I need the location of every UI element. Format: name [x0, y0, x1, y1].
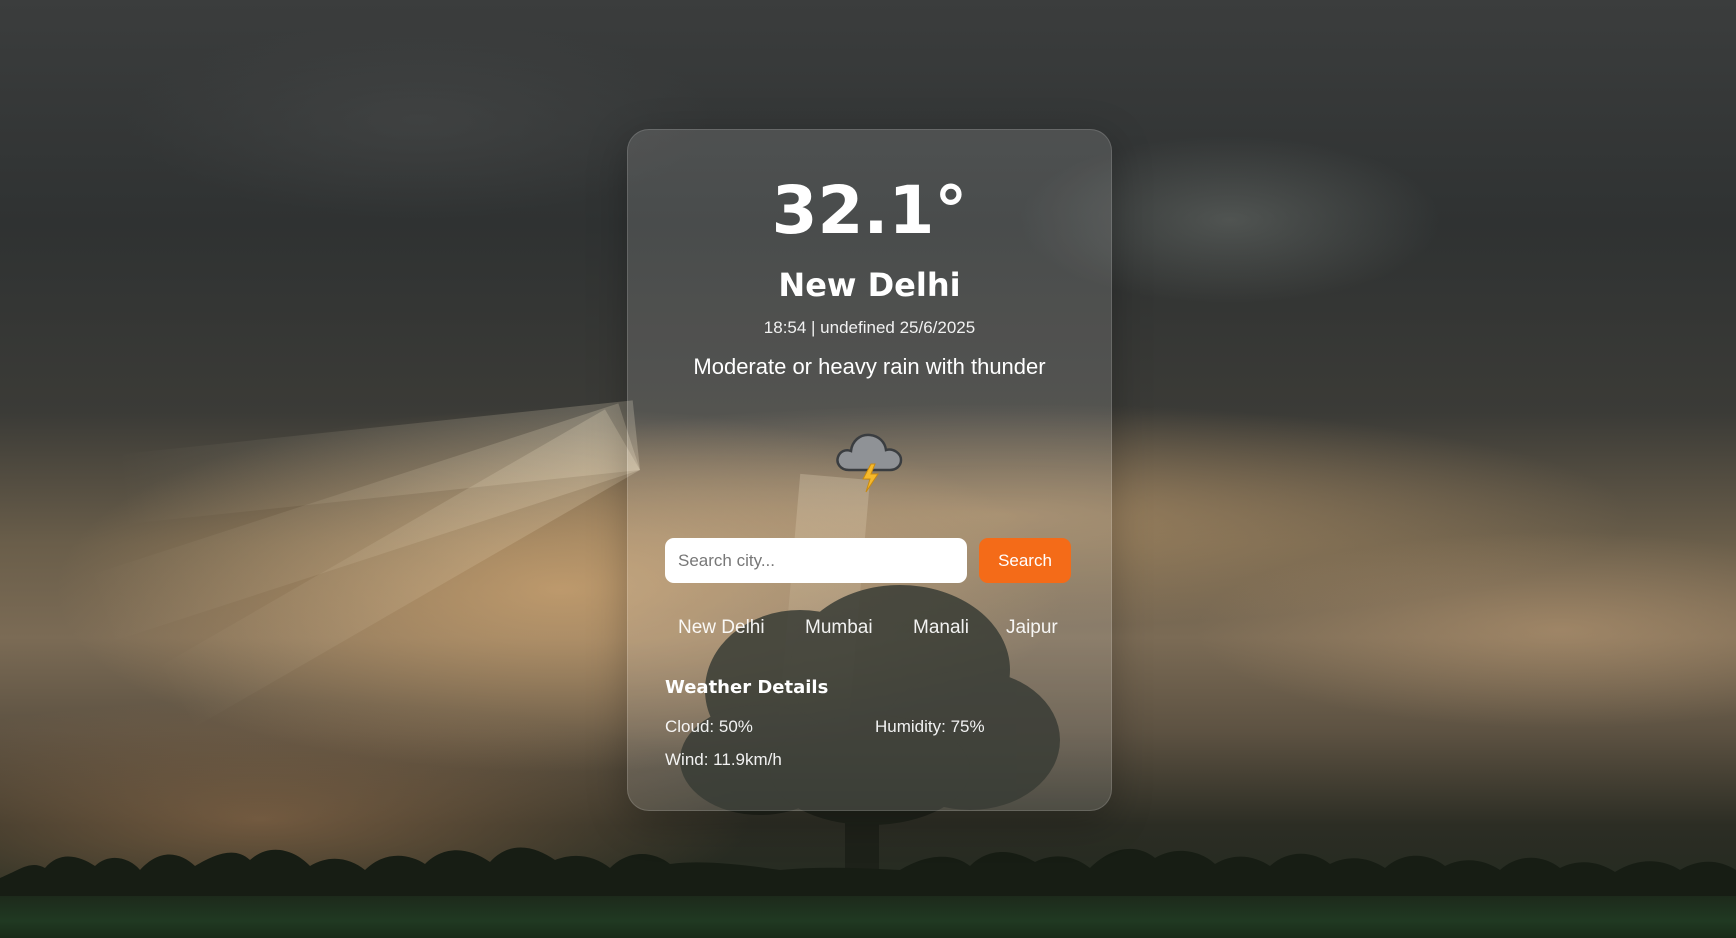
city-search-input[interactable]: [665, 538, 967, 583]
quick-city-new-delhi[interactable]: New Delhi: [678, 617, 765, 639]
humidity-detail: Humidity: 75%: [875, 717, 985, 736]
weather-condition: Moderate or heavy rain with thunder: [693, 354, 1046, 379]
treeline-silhouette: [0, 847, 1736, 900]
temperature-readout: 32.1°: [771, 172, 968, 249]
weather-details-heading: Weather Details: [665, 677, 829, 698]
thunder-cloud-icon: [833, 424, 907, 494]
weather-card: 32.1° New Delhi 18:54 | undefined 25/6/2…: [627, 129, 1112, 811]
city-name: New Delhi: [778, 266, 961, 304]
cloud-detail: Cloud: 50%: [665, 717, 753, 736]
wind-detail: Wind: 11.9km/h: [665, 750, 782, 769]
quick-city-manali[interactable]: Manali: [913, 617, 969, 639]
grass-field: [0, 896, 1736, 938]
search-button[interactable]: Search: [979, 538, 1071, 583]
quick-city-jaipur[interactable]: Jaipur: [1006, 617, 1058, 639]
search-bar: Search: [665, 538, 1075, 584]
quick-city-mumbai[interactable]: Mumbai: [805, 617, 873, 639]
date-time: 18:54 | undefined 25/6/2025: [763, 318, 976, 337]
